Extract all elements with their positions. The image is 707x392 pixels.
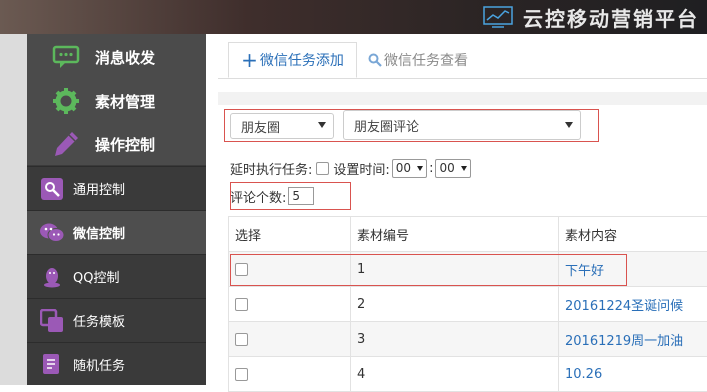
tab-bar: + 微信任务添加 微信任务查看: [218, 34, 707, 79]
material-id: 2: [351, 287, 559, 322]
sidebar-item-wechat-control[interactable]: 微信控制: [27, 210, 206, 254]
tab-label: 微信任务查看: [384, 50, 468, 70]
sidebar-item-qq-control[interactable]: QQ控制: [27, 254, 206, 298]
hour-select[interactable]: 00: [392, 159, 427, 178]
wechat-icon: [39, 220, 65, 246]
tab-wechat-task-add[interactable]: + 微信任务添加: [228, 42, 357, 78]
column-header-id: 素材编号: [351, 217, 559, 252]
material-content-link[interactable]: 10.26: [565, 367, 602, 382]
material-id: 3: [351, 322, 559, 357]
plus-icon: +: [241, 50, 258, 70]
brand: 云控移动营销平台: [483, 3, 699, 31]
row-checkbox[interactable]: [235, 333, 248, 346]
comment-count-row: 评论个数: 5: [230, 186, 314, 206]
material-id: 1: [351, 252, 559, 287]
select-value: 朋友圈评论: [354, 116, 419, 135]
main-content: + 微信任务添加 微信任务查看 朋友圈 朋友圈评论 延时执行任务: 设置时间: …: [206, 34, 707, 385]
comment-count-input[interactable]: 5: [288, 187, 314, 205]
sidebar-item-operations[interactable]: 操作控制: [27, 124, 206, 164]
row-checkbox[interactable]: [235, 368, 248, 381]
comment-count-label: 评论个数:: [230, 187, 286, 206]
chevron-down-icon: [461, 166, 467, 171]
table-row[interactable]: 2 20161224圣诞问候: [229, 287, 707, 322]
sidebar-item-random-tasks[interactable]: 随机任务: [27, 342, 206, 386]
document-icon: [39, 352, 65, 378]
chat-icon: [51, 42, 81, 72]
qq-icon: [39, 264, 65, 290]
top-bar: 云控移动营销平台: [0, 0, 707, 34]
column-header-content: 素材内容: [559, 217, 707, 252]
row-checkbox[interactable]: [235, 298, 248, 311]
table-row[interactable]: 3 20161219周一加油: [229, 322, 707, 357]
sidebar-item-task-templates[interactable]: 任务模板: [27, 298, 206, 342]
sidebar-item-general-control[interactable]: 通用控制: [27, 166, 206, 210]
select-value: 朋友圈: [241, 117, 280, 136]
sidebar-item-label: 素材管理: [95, 91, 155, 112]
chevron-down-icon: [318, 122, 326, 128]
material-content-link[interactable]: 20161219周一加油: [565, 334, 683, 349]
pen-icon: [51, 129, 81, 159]
app-title: 云控移动营销平台: [523, 3, 699, 32]
minute-value: 00: [439, 161, 454, 175]
materials-table: 选择 素材编号 素材内容 1 下午好 2 20161224圣诞问候 3 2016…: [228, 216, 707, 392]
material-id: 4: [351, 357, 559, 392]
set-time-label: 设置时间:: [333, 159, 389, 178]
gear-icon: [51, 86, 81, 116]
search-icon: [368, 53, 382, 67]
table-row[interactable]: 4 10.26: [229, 357, 707, 392]
delay-row: 延时执行任务: 设置时间: 00 : 00: [230, 158, 473, 178]
sidebar-item-label: QQ控制: [73, 267, 119, 286]
hour-value: 00: [396, 161, 411, 175]
settings-icon: [39, 176, 65, 202]
sidebar-item-label: 操作控制: [95, 134, 155, 155]
tab-wechat-task-view[interactable]: 微信任务查看: [368, 42, 468, 78]
sidebar-item-label: 随机任务: [73, 355, 125, 374]
sidebar-top-menu: 消息收发 素材管理 操作控制: [27, 34, 206, 165]
row-checkbox[interactable]: [235, 263, 248, 276]
time-separator: :: [429, 161, 433, 176]
delay-checkbox[interactable]: [316, 162, 329, 175]
chart-monitor-icon: [483, 6, 513, 28]
chevron-down-icon: [417, 166, 423, 171]
minute-select[interactable]: 00: [435, 159, 470, 178]
chevron-down-icon: [565, 122, 573, 128]
template-icon: [39, 308, 65, 334]
sidebar-item-materials[interactable]: 素材管理: [27, 81, 206, 121]
sidebar-item-label: 任务模板: [73, 311, 125, 330]
toolbar-strip: [218, 92, 707, 105]
delay-label: 延时执行任务:: [230, 159, 312, 178]
sidebar-item-label: 微信控制: [73, 223, 125, 242]
task-action-select[interactable]: 朋友圈评论: [343, 110, 581, 140]
sidebar: 消息收发 素材管理 操作控制 通用控制 微信控制 QQ控制 任务模板 随机任务: [0, 34, 206, 385]
material-content-link[interactable]: 20161224圣诞问候: [565, 299, 683, 314]
column-header-select: 选择: [229, 217, 351, 252]
table-header-row: 选择 素材编号 素材内容: [229, 217, 707, 252]
material-content-link[interactable]: 下午好: [565, 264, 604, 279]
tab-label: 微信任务添加: [260, 50, 344, 70]
task-type-select[interactable]: 朋友圈: [230, 113, 334, 139]
table-row[interactable]: 1 下午好: [229, 252, 707, 287]
sidebar-item-label: 通用控制: [73, 179, 125, 198]
sidebar-item-messages[interactable]: 消息收发: [27, 37, 206, 77]
sidebar-item-label: 消息收发: [95, 47, 155, 68]
